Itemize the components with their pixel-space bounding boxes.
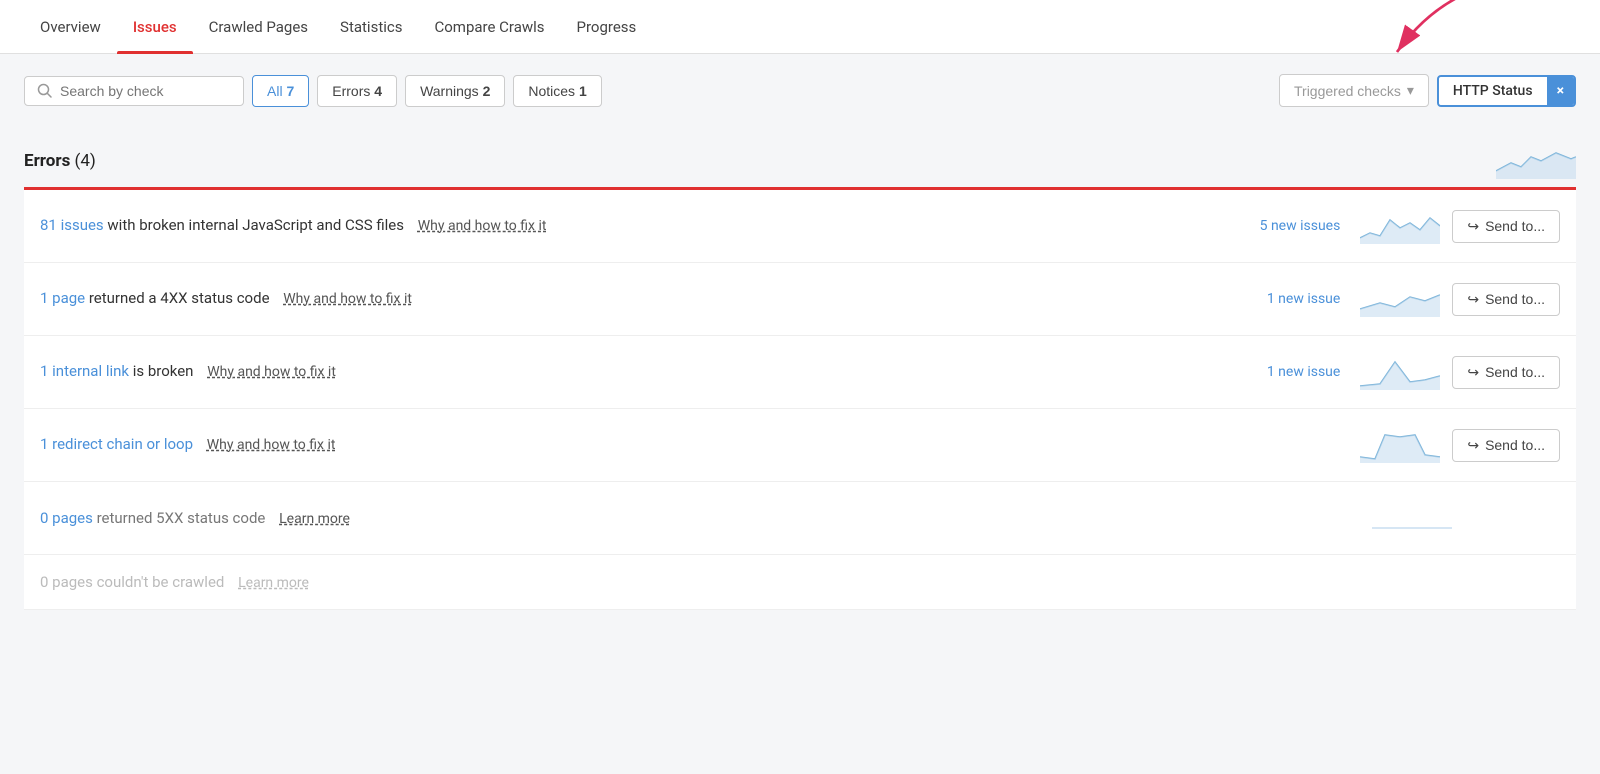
sparkline-4 <box>1360 427 1440 463</box>
nav-item-issues[interactable]: Issues <box>117 0 193 54</box>
send-to-button-3[interactable]: ↪ Send to... <box>1452 356 1560 389</box>
errors-section-title: Errors (4) <box>24 151 96 171</box>
issue-row: 1 internal link is broken Why and how to… <box>24 336 1576 409</box>
send-icon-2: ↪ <box>1467 291 1479 308</box>
zero-issue-text-2: 0 pages couldn't be crawled Learn more <box>40 573 1360 591</box>
new-issues-label-3: 1 new issue <box>1230 364 1340 380</box>
http-status-close-button[interactable]: × <box>1547 77 1574 105</box>
learn-more-link-1[interactable]: Learn more <box>279 511 350 527</box>
filter-bar: All 7 Errors 4 Warnings 2 Notices 1 Trig… <box>24 74 1576 107</box>
sparkline-2 <box>1360 281 1440 317</box>
errors-section-header: Errors (4) <box>24 131 1576 187</box>
nav-item-compare-crawls[interactable]: Compare Crawls <box>418 0 560 54</box>
issue-text-1: 81 issues with broken internal JavaScrip… <box>40 215 1218 237</box>
send-icon-1: ↪ <box>1467 218 1479 235</box>
sparkline-zero-1 <box>1372 500 1452 536</box>
issue-link-4[interactable]: 1 redirect chain or loop <box>40 435 193 453</box>
search-input-wrap <box>24 76 244 106</box>
issue-row: 1 page returned a 4XX status code Why an… <box>24 263 1576 336</box>
http-status-label: HTTP Status <box>1439 77 1547 105</box>
search-input[interactable] <box>60 83 220 99</box>
learn-more-link-2[interactable]: Learn more <box>238 575 309 591</box>
issue-row: 81 issues with broken internal JavaScrip… <box>24 190 1576 263</box>
send-icon-4: ↪ <box>1467 437 1479 454</box>
why-link-1[interactable]: Why and how to fix it <box>418 218 547 234</box>
nav-item-crawled-pages[interactable]: Crawled Pages <box>193 0 324 54</box>
filter-warnings-button[interactable]: Warnings 2 <box>405 75 505 107</box>
zero-issue-row-2: 0 pages couldn't be crawled Learn more <box>24 555 1576 610</box>
why-link-3[interactable]: Why and how to fix it <box>207 364 336 380</box>
issue-text-3: 1 internal link is broken Why and how to… <box>40 361 1218 383</box>
chevron-down-icon: ▾ <box>1407 82 1414 99</box>
search-icon <box>37 83 52 98</box>
why-link-2[interactable]: Why and how to fix it <box>283 291 412 307</box>
nav-bar: Overview Issues Crawled Pages Statistics… <box>0 0 1600 54</box>
triggered-checks-label: Triggered checks <box>1294 83 1401 99</box>
filter-errors-button[interactable]: Errors 4 <box>317 75 397 107</box>
triggered-checks-button[interactable]: Triggered checks ▾ <box>1279 74 1429 107</box>
errors-header-sparkline <box>1496 143 1576 179</box>
filter-notices-button[interactable]: Notices 1 <box>513 75 601 107</box>
send-to-button-2[interactable]: ↪ Send to... <box>1452 283 1560 316</box>
send-to-button-1[interactable]: ↪ Send to... <box>1452 210 1560 243</box>
filter-all-button[interactable]: All 7 <box>252 75 309 107</box>
nav-item-overview[interactable]: Overview <box>24 0 117 54</box>
sparkline-3 <box>1360 354 1440 390</box>
send-to-button-4[interactable]: ↪ Send to... <box>1452 429 1560 462</box>
zero-issue-text-1: 0 pages returned 5XX status code Learn m… <box>40 509 1360 527</box>
main-content: All 7 Errors 4 Warnings 2 Notices 1 Trig… <box>0 54 1600 774</box>
issue-link-3[interactable]: 1 internal link <box>40 362 129 380</box>
zero-issue-link-2[interactable]: 0 pages <box>40 573 93 591</box>
issue-link-2[interactable]: 1 page <box>40 289 85 307</box>
zero-issue-row-1: 0 pages returned 5XX status code Learn m… <box>24 482 1576 555</box>
new-issues-label-1: 5 new issues <box>1230 218 1340 234</box>
nav-item-statistics[interactable]: Statistics <box>324 0 418 54</box>
issue-row: 1 redirect chain or loop Why and how to … <box>24 409 1576 482</box>
http-status-filter: HTTP Status × <box>1437 75 1576 107</box>
sparkline-1 <box>1360 208 1440 244</box>
send-icon-3: ↪ <box>1467 364 1479 381</box>
why-link-4[interactable]: Why and how to fix it <box>207 437 336 453</box>
zero-issue-link-1[interactable]: 0 pages <box>40 509 93 527</box>
issue-text-2: 1 page returned a 4XX status code Why an… <box>40 288 1218 310</box>
issue-link-1[interactable]: 81 issues <box>40 216 104 234</box>
issue-text-4: 1 redirect chain or loop Why and how to … <box>40 434 1218 456</box>
new-issues-label-2: 1 new issue <box>1230 291 1340 307</box>
nav-item-progress[interactable]: Progress <box>561 0 653 54</box>
